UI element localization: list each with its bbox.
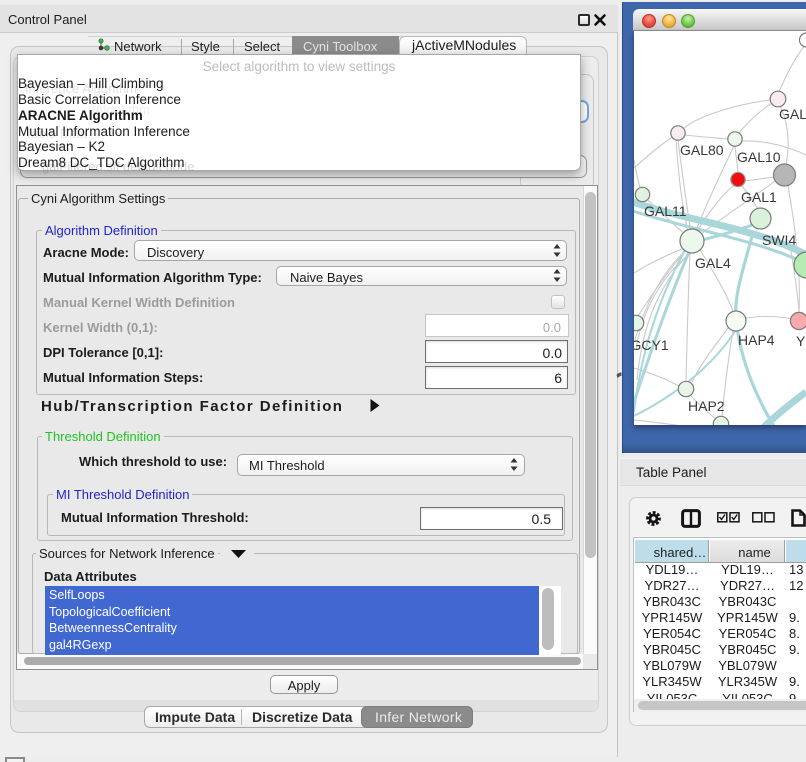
svg-text:SWI4: SWI4 (762, 232, 796, 248)
svg-text:GAL4: GAL4 (695, 255, 731, 271)
svg-text:GAL1: GAL1 (741, 189, 777, 205)
svg-text:GCY1: GCY1 (634, 337, 669, 353)
svg-text:HAP2: HAP2 (688, 398, 725, 414)
svg-text:GAL80: GAL80 (680, 142, 724, 158)
svg-text:GAL11: GAL11 (644, 203, 687, 219)
svg-text:GAL7: GAL7 (779, 106, 806, 122)
svg-text:HAP4: HAP4 (738, 332, 775, 348)
svg-text:GAL10: GAL10 (737, 149, 781, 165)
svg-text:YM: YM (796, 333, 806, 349)
